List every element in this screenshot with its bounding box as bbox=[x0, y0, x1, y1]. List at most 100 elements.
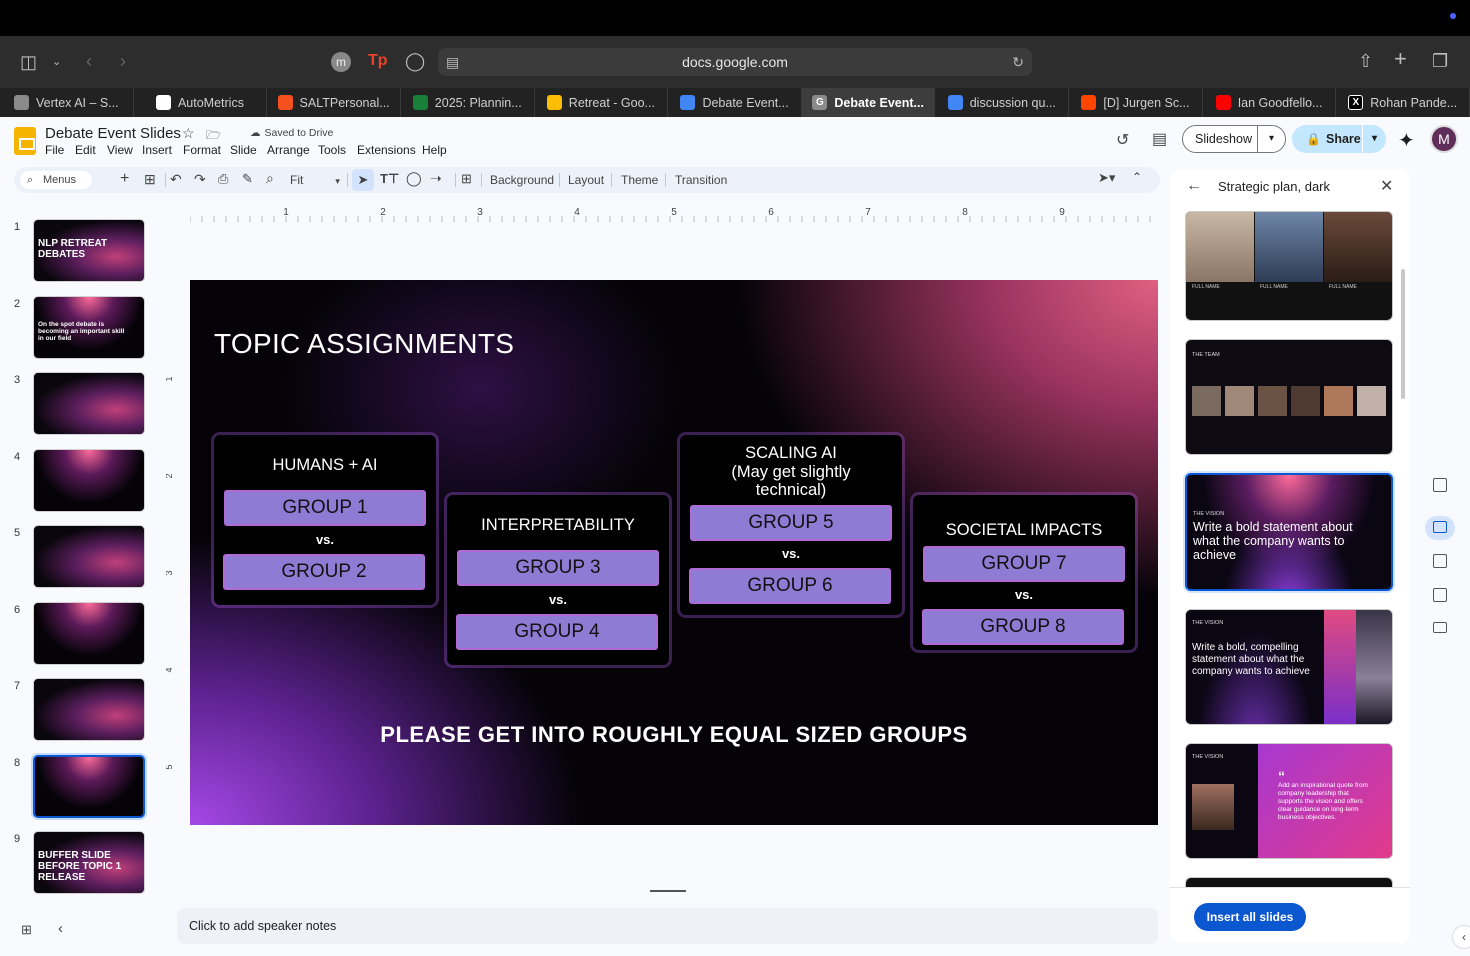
star-icon[interactable]: ☆ bbox=[182, 125, 195, 142]
close-icon[interactable]: ✕ bbox=[1380, 176, 1393, 196]
transition-button[interactable]: Transition bbox=[675, 173, 727, 187]
template-card-vision-1[interactable]: THE VISION Write a bold statement about … bbox=[1185, 473, 1393, 591]
tab-overview-icon[interactable]: ❐ bbox=[1432, 51, 1448, 71]
forward-icon[interactable]: › bbox=[120, 51, 126, 71]
extension-tp-icon[interactable]: Tp bbox=[368, 51, 388, 71]
back-arrow-icon[interactable]: ← bbox=[1186, 177, 1202, 195]
menu-insert[interactable]: Insert bbox=[142, 143, 172, 157]
browser-tab[interactable]: [D] Jurgen Sc... bbox=[1069, 88, 1203, 117]
share-button[interactable]: 🔒 Share ▾ bbox=[1292, 125, 1386, 153]
template-card-next[interactable] bbox=[1185, 877, 1393, 887]
slide-footer-text[interactable]: PLEASE GET INTO ROUGHLY EQUAL SIZED GROU… bbox=[190, 722, 1158, 748]
print-icon[interactable]: ⎙ bbox=[218, 171, 228, 187]
menu-tools[interactable]: Tools bbox=[318, 143, 346, 157]
panel-scrollbar[interactable] bbox=[1401, 269, 1405, 399]
background-button[interactable]: Background bbox=[490, 173, 554, 187]
gemini-icon[interactable]: ✦ bbox=[1398, 128, 1415, 153]
chevron-down-icon[interactable]: ⌄ bbox=[52, 52, 61, 72]
slideshow-button[interactable]: Slideshow ▾ bbox=[1182, 125, 1286, 153]
text-box-icon[interactable]: T⊤ bbox=[380, 171, 399, 187]
document-title[interactable]: Debate Event Slides bbox=[45, 125, 181, 142]
theme-builder-tab[interactable] bbox=[1425, 516, 1455, 540]
template-card-vision-2[interactable]: THE VISION Write a bold, compelling stat… bbox=[1185, 609, 1393, 725]
notes-resize-handle[interactable] bbox=[650, 890, 686, 892]
menu-extensions[interactable]: Extensions bbox=[357, 143, 416, 157]
zoom-select[interactable]: Fit ▾ bbox=[290, 173, 340, 187]
reload-icon[interactable]: ↻ bbox=[1012, 48, 1024, 76]
menu-format[interactable]: Format bbox=[183, 143, 221, 157]
slide-thumbnail[interactable] bbox=[33, 448, 145, 512]
menu-file[interactable]: File bbox=[45, 143, 64, 157]
slide-thumbnail[interactable]: BUFFER SLIDE BEFORE TOPIC 1 RELEASE bbox=[33, 831, 145, 894]
browser-tab[interactable]: Retreat - Goo... bbox=[535, 88, 669, 117]
topic-card-interpretability[interactable]: INTERPRETABILITY GROUP 3 vs. GROUP 4 bbox=[447, 495, 669, 665]
template-card-team-photos[interactable]: FULL NAME FULL NAME FULL NAME bbox=[1185, 211, 1393, 321]
menu-arrange[interactable]: Arrange bbox=[267, 143, 310, 157]
avatar[interactable]: M bbox=[1430, 125, 1458, 153]
layout-button[interactable]: Layout bbox=[568, 173, 604, 187]
topic-card-scaling-ai[interactable]: SCALING AI (May get slightly technical) … bbox=[680, 435, 902, 615]
version-history-icon[interactable]: ↺ bbox=[1116, 130, 1129, 150]
group-8-box[interactable]: GROUP 8 bbox=[922, 609, 1124, 645]
browser-tab[interactable]: SALTPersonal... bbox=[267, 88, 401, 117]
group-7-box[interactable]: GROUP 7 bbox=[923, 546, 1125, 582]
address-bar[interactable]: ▤ docs.google.com ↻ bbox=[438, 48, 1032, 76]
collapse-filmstrip-icon[interactable]: ‹ bbox=[58, 920, 63, 937]
new-slide-layout-icon[interactable]: ⊞ bbox=[144, 171, 156, 188]
group-5-box[interactable]: GROUP 5 bbox=[690, 505, 892, 541]
browser-tab[interactable]: G Debate Event... bbox=[801, 88, 936, 117]
pointer-mode-icon[interactable]: ➤▾ bbox=[1098, 170, 1115, 186]
speaker-notes[interactable]: Click to add speaker notes bbox=[177, 908, 1158, 944]
browser-tab[interactable]: X Rohan Pande... bbox=[1336, 88, 1470, 117]
slide-canvas[interactable]: TOPIC ASSIGNMENTS HUMANS + AI GROUP 1 vs… bbox=[190, 280, 1158, 825]
shape-icon[interactable]: ◯ bbox=[406, 170, 422, 187]
slide-thumbnail[interactable]: NLP RETREAT DEBATES bbox=[33, 219, 145, 282]
slide-thumbnail[interactable] bbox=[33, 678, 145, 741]
zoom-icon[interactable]: ⌕ bbox=[266, 170, 274, 187]
browser-tab[interactable]: 2025: Plannin... bbox=[401, 88, 535, 117]
sidebar-toggle-icon[interactable]: ◫ bbox=[20, 52, 37, 72]
line-icon[interactable]: ➝ bbox=[430, 170, 442, 187]
group-2-box[interactable]: GROUP 2 bbox=[223, 554, 425, 590]
menu-help[interactable]: Help bbox=[422, 143, 447, 157]
browser-tab[interactable]: Ian Goodfello... bbox=[1203, 88, 1337, 117]
page-menu-icon[interactable]: ▤ bbox=[446, 48, 459, 76]
new-tab-icon[interactable]: + bbox=[1394, 48, 1407, 70]
theme-button[interactable]: Theme bbox=[621, 173, 658, 187]
slideshow-dropdown-icon[interactable]: ▾ bbox=[1257, 126, 1285, 152]
contacts-icon[interactable] bbox=[1433, 588, 1447, 602]
slide-thumbnail[interactable] bbox=[33, 525, 145, 588]
topic-card-humans-ai[interactable]: HUMANS + AI GROUP 1 vs. GROUP 2 bbox=[214, 435, 436, 605]
comments-icon[interactable]: ▤ bbox=[1152, 129, 1167, 149]
redo-icon[interactable]: ↷ bbox=[194, 171, 206, 188]
browser-tab[interactable]: Debate Event... bbox=[668, 88, 802, 117]
tasks-icon[interactable] bbox=[1433, 554, 1447, 568]
menu-slide[interactable]: Slide bbox=[230, 143, 257, 157]
browser-tab[interactable]: Vertex AI – S... bbox=[0, 88, 134, 117]
slide-title[interactable]: TOPIC ASSIGNMENTS bbox=[214, 328, 514, 360]
insert-all-slides-button[interactable]: Insert all slides bbox=[1194, 903, 1306, 931]
shield-icon[interactable]: ◯ bbox=[405, 51, 425, 71]
expand-side-panel-icon[interactable]: ‹ bbox=[1452, 925, 1470, 949]
insert-comment-icon[interactable]: ⊞ bbox=[461, 171, 472, 187]
keep-icon[interactable] bbox=[1433, 478, 1447, 492]
topic-card-societal-impacts[interactable]: SOCIETAL IMPACTS GROUP 7 vs. GROUP 8 bbox=[913, 495, 1135, 650]
slide-thumbnail[interactable] bbox=[33, 601, 145, 665]
new-slide-icon[interactable]: + bbox=[120, 170, 129, 188]
menu-edit[interactable]: Edit bbox=[75, 143, 96, 157]
browser-tab[interactable]: discussion qu... bbox=[935, 88, 1070, 117]
group-3-box[interactable]: GROUP 3 bbox=[457, 550, 659, 586]
menus-search[interactable]: ⌕ Menus bbox=[20, 171, 92, 189]
collapse-toolbar-icon[interactable]: ⌃ bbox=[1132, 170, 1142, 184]
slide-thumbnail[interactable] bbox=[33, 372, 145, 435]
slide-thumbnail[interactable]: On the spot debate is becoming an import… bbox=[33, 295, 145, 359]
paint-format-icon[interactable]: ✎ bbox=[242, 171, 253, 187]
select-tool-icon[interactable]: ➤ bbox=[352, 169, 374, 191]
slide-thumbnail[interactable] bbox=[33, 754, 145, 818]
undo-icon[interactable]: ↶ bbox=[170, 171, 182, 188]
group-4-box[interactable]: GROUP 4 bbox=[456, 614, 658, 650]
template-card-the-team[interactable]: THE TEAM bbox=[1185, 339, 1393, 455]
slides-logo-icon[interactable] bbox=[14, 127, 36, 155]
template-card-vision-3[interactable]: THE VISION “ Add an inspirational quote … bbox=[1185, 743, 1393, 859]
folder-icon[interactable] bbox=[1433, 622, 1447, 633]
